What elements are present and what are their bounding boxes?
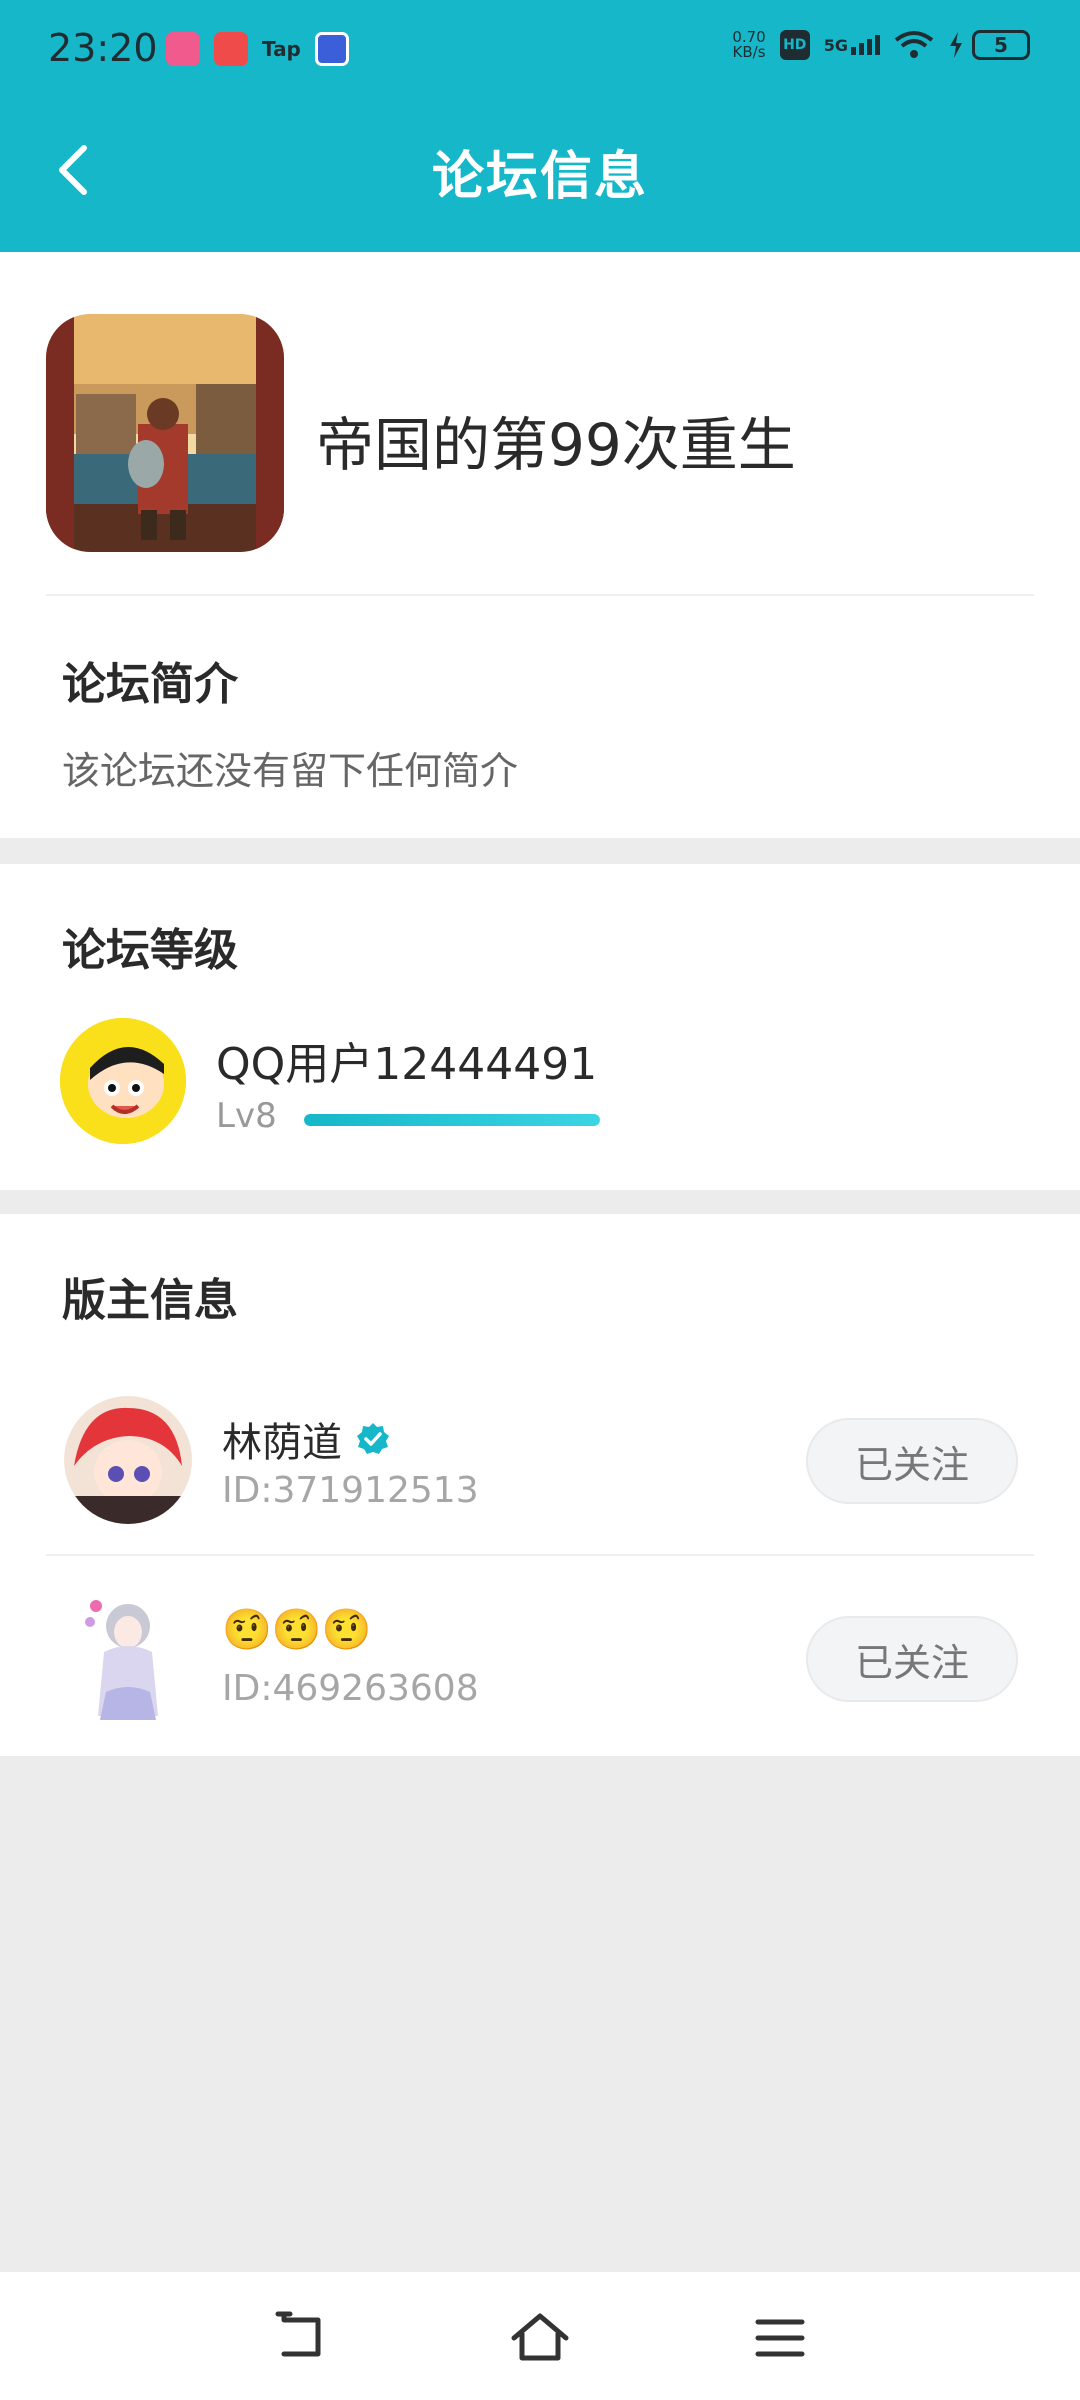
hd-icon: HD [779,30,810,60]
store-app-icon [314,32,349,66]
forum-info-card: 帝国的第99次重生 论坛简介 该论坛还没有留下任何简介 [0,252,1080,838]
moderator-row[interactable]: 林荫道 ID:371912513 已关注 [0,1360,1080,1560]
level-progress-fill [304,1114,600,1126]
signal-label: 5G [823,36,848,55]
level-section-title: 论坛等级 [62,925,238,976]
user-avatar[interactable] [60,1018,186,1144]
battery-level: 5 [994,33,1008,57]
wifi-icon [894,31,934,58]
level-progress-bar [304,1114,600,1126]
home-icon [511,2313,569,2361]
moderator-id: ID:469263608 [222,1668,479,1709]
moderator-name: 林荫道 [222,1410,390,1468]
follow-button[interactable]: 已关注 [806,1418,1018,1504]
moderator-name-text: 🤨🤨🤨 [222,1607,372,1653]
forum-name: 帝国的第99次重生 [316,411,796,479]
moderators-card: 版主信息 林荫道 ID:371912513 已关注 🤨🤨🤨 ID:4692636… [0,1214,1080,1756]
game-app-icon [214,32,248,66]
back-icon [275,2311,321,2357]
moderator-name-text: 林荫道 [222,1420,342,1466]
forum-cover-image [46,314,284,552]
net-speed: 0.70 KB/s [732,30,765,60]
level-user-name: QQ用户12444491 [216,1039,598,1090]
status-bar: 23:20 Tap 0.70 KB/s HD 5G 5 [0,0,1080,100]
intro-section-title: 论坛简介 [62,659,238,710]
divider [46,594,1034,596]
system-back-button[interactable] [270,2308,330,2368]
menu-icon [755,2319,805,2357]
follow-button[interactable]: 已关注 [806,1616,1018,1702]
nav-bar: 论坛信息 [0,100,1080,252]
moderator-name: 🤨🤨🤨 [222,1606,371,1653]
bilibili-app-icon [166,32,200,66]
battery-icon: 5 [972,30,1030,60]
intro-text: 该论坛还没有留下任何简介 [62,749,519,793]
moderator-row[interactable]: 🤨🤨🤨 ID:469263608 已关注 [0,1556,1080,1756]
signal-icon: 5G [824,35,880,55]
system-home-button[interactable] [510,2308,570,2368]
forum-level-card: 论坛等级 QQ用户12444491 Lv8 [0,864,1080,1190]
charging-icon [950,32,962,58]
battery-indicator: 5 [948,30,1030,60]
status-app-icons: Tap [166,32,349,66]
moderator-avatar[interactable] [76,1596,176,1724]
top-bar: 23:20 Tap 0.70 KB/s HD 5G 5 论坛信息 [0,0,1080,252]
net-speed-unit: KB/s [732,43,766,61]
moderators-section-title: 版主信息 [62,1275,238,1326]
moderator-id: ID:371912513 [222,1470,479,1511]
system-menu-button[interactable] [750,2308,810,2368]
tap-app-icon: Tap [262,37,301,61]
system-nav-bar [0,2272,1080,2400]
status-time: 23:20 [48,26,158,70]
page-title: 论坛信息 [431,147,648,207]
verified-badge-icon [357,1423,389,1454]
moderator-avatar[interactable] [64,1396,192,1524]
status-right-group: 0.70 KB/s HD 5G 5 [732,30,1030,60]
level-label: Lv8 [216,1096,277,1136]
